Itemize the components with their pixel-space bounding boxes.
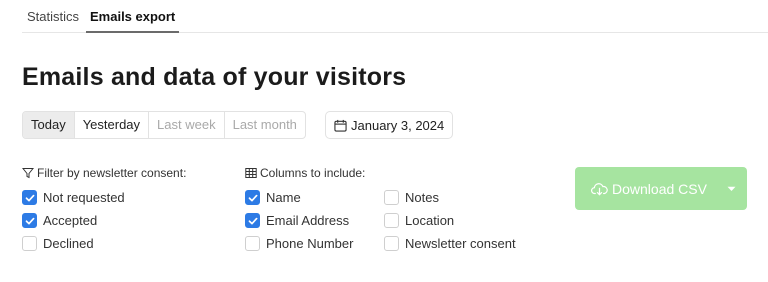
column-name-checkbox[interactable]: Name — [245, 190, 301, 205]
columns-heading: Columns to include: — [245, 166, 365, 180]
download-csv-label: Download CSV — [612, 180, 707, 197]
column-newsletter-checkbox[interactable]: Newsletter consent — [384, 236, 516, 251]
columns-heading-label: Columns to include: — [260, 166, 366, 180]
tab-statistics[interactable]: Statistics — [27, 9, 79, 30]
checkbox-checked[interactable] — [245, 190, 260, 205]
check-icon — [25, 194, 34, 201]
calendar-icon — [334, 119, 347, 132]
filter-option-label: Accepted — [43, 213, 98, 228]
filter-option-label: Not requested — [43, 190, 125, 205]
tab-emails-export[interactable]: Emails export — [86, 9, 180, 33]
check-icon — [248, 194, 257, 201]
checkbox-unchecked[interactable] — [384, 213, 399, 228]
filter-accepted-checkbox[interactable]: Accepted — [22, 213, 97, 228]
range-today-button[interactable]: Today — [23, 112, 74, 138]
filter-heading: Filter by newsletter consent: — [22, 166, 186, 180]
column-phone-checkbox[interactable]: Phone Number — [245, 236, 353, 251]
caret-down-icon — [727, 186, 735, 191]
filter-declined-checkbox[interactable]: Declined — [22, 236, 94, 251]
filter-icon — [22, 168, 34, 179]
checkbox-checked[interactable] — [22, 213, 37, 228]
filter-not-requested-checkbox[interactable]: Not requested — [22, 190, 125, 205]
checkbox-checked[interactable] — [22, 190, 37, 205]
checkbox-unchecked[interactable] — [384, 236, 399, 251]
range-last-month-button[interactable]: Last month — [223, 112, 305, 138]
cloud-download-icon — [591, 182, 608, 195]
range-last-week-button[interactable]: Last week — [148, 112, 224, 138]
checkbox-unchecked[interactable] — [22, 236, 37, 251]
download-options-toggle[interactable] — [715, 167, 747, 210]
check-icon — [248, 217, 257, 224]
column-notes-checkbox[interactable]: Notes — [384, 190, 439, 205]
range-yesterday-button[interactable]: Yesterday — [73, 112, 148, 138]
column-option-label: Phone Number — [266, 236, 354, 251]
column-option-label: Name — [266, 190, 301, 205]
column-option-label: Location — [405, 213, 455, 228]
checkbox-unchecked[interactable] — [245, 236, 260, 251]
column-option-label: Email Address — [266, 213, 350, 228]
filter-heading-label: Filter by newsletter consent: — [37, 166, 187, 180]
checkbox-checked[interactable] — [245, 213, 260, 228]
column-option-label: Newsletter consent — [405, 236, 516, 251]
tab-bar: Statistics Emails export — [22, 0, 768, 33]
filter-option-label: Declined — [43, 236, 94, 251]
date-picker-value: January 3, 2024 — [351, 117, 445, 133]
column-email-checkbox[interactable]: Email Address — [245, 213, 349, 228]
column-option-label: Notes — [405, 190, 439, 205]
date-range-selector: Today Yesterday Last week Last month — [22, 111, 306, 139]
checkbox-unchecked[interactable] — [384, 190, 399, 205]
column-location-checkbox[interactable]: Location — [384, 213, 454, 228]
page-title: Emails and data of your visitors — [22, 63, 407, 91]
table-icon — [245, 168, 257, 178]
check-icon — [25, 217, 34, 224]
download-csv-button[interactable]: Download CSV — [575, 167, 715, 210]
date-picker-button[interactable]: January 3, 2024 — [325, 111, 454, 139]
download-csv-split-button: Download CSV — [575, 167, 747, 210]
